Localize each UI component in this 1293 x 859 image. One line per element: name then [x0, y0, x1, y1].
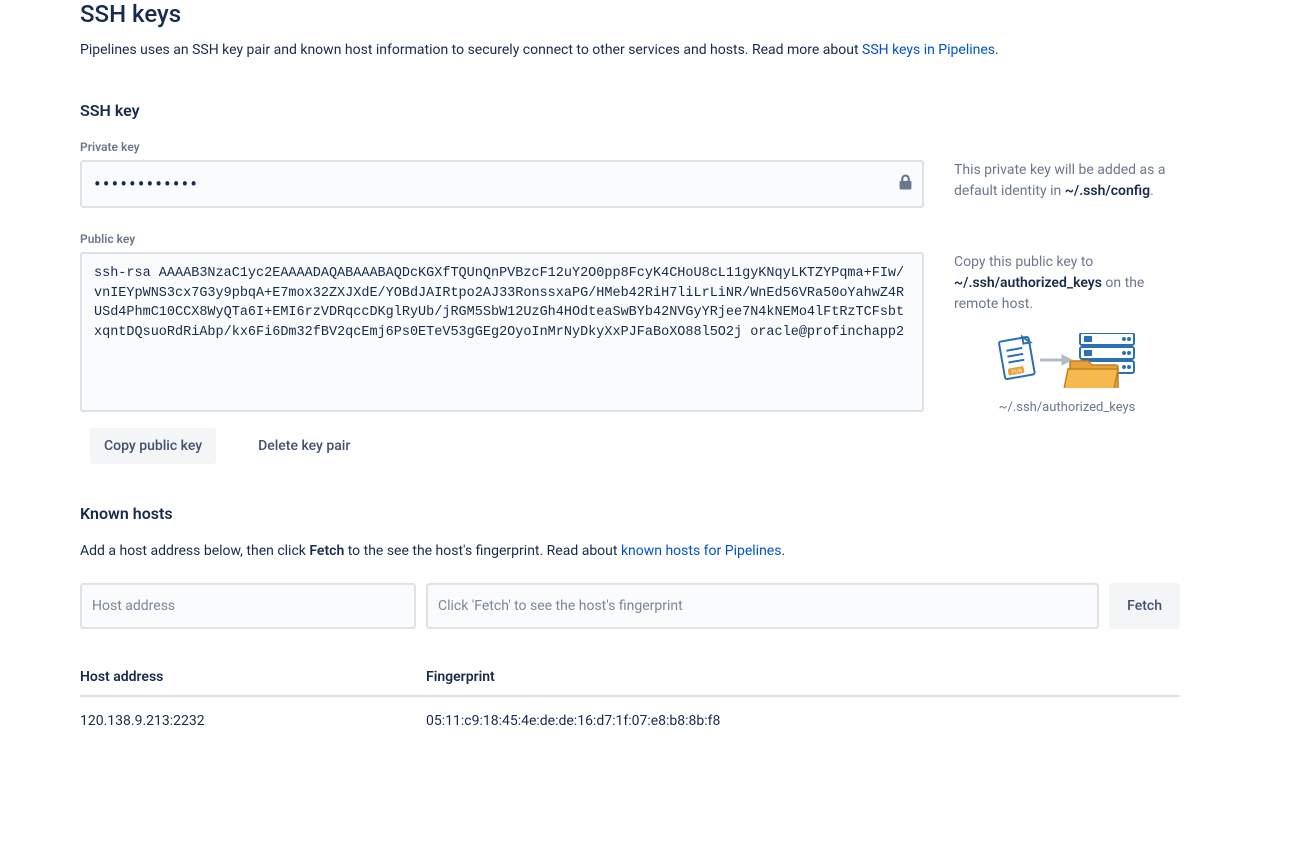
private-key-field: [80, 160, 924, 208]
fetch-button[interactable]: Fetch: [1109, 583, 1180, 629]
delete-key-pair-button[interactable]: Delete key pair: [244, 428, 364, 464]
host-address-input[interactable]: [80, 583, 416, 629]
fingerprint-input: [426, 583, 1099, 629]
private-key-help: This private key will be added as a defa…: [954, 140, 1180, 202]
known-hosts-pipelines-link[interactable]: known hosts for Pipelines: [621, 543, 782, 559]
host-address-cell: 120.138.9.213:2232: [80, 696, 426, 733]
fingerprint-cell: 05:11:c9:18:45:4e:de:de:16:d7:1f:07:e8:b…: [426, 696, 1180, 733]
lock-icon: [899, 175, 912, 194]
ssh-key-section-title: SSH key: [80, 101, 1180, 120]
table-row: 120.138.9.213:2232 05:11:c9:18:45:4e:de:…: [80, 696, 1180, 733]
known-hosts-section-title: Known hosts: [80, 504, 1180, 523]
public-key-field[interactable]: [80, 252, 924, 412]
public-key-help: Copy this public key to ~/.ssh/authorize…: [954, 232, 1180, 418]
private-key-label: Private key: [80, 140, 924, 154]
intro-tail: .: [995, 42, 999, 58]
public-key-label: Public key: [80, 232, 924, 246]
col-fingerprint: Fingerprint: [426, 659, 1180, 696]
known-hosts-table: Host address Fingerprint 120.138.9.213:2…: [80, 659, 1180, 733]
copy-public-key-button[interactable]: Copy public key: [90, 428, 216, 464]
page-title: SSH keys: [80, 0, 1180, 28]
key-to-server-illustration: .PUB: [992, 333, 1142, 388]
known-hosts-desc: Add a host address below, then click Fet…: [80, 543, 1180, 559]
col-host-address: Host address: [80, 659, 426, 696]
illustration-caption: ~/.ssh/authorized_keys: [999, 398, 1136, 418]
ssh-keys-pipelines-link[interactable]: SSH keys in Pipelines: [862, 42, 995, 58]
page-intro: Pipelines uses an SSH key pair and known…: [80, 40, 1040, 61]
intro-text: Pipelines uses an SSH key pair and known…: [80, 42, 862, 58]
